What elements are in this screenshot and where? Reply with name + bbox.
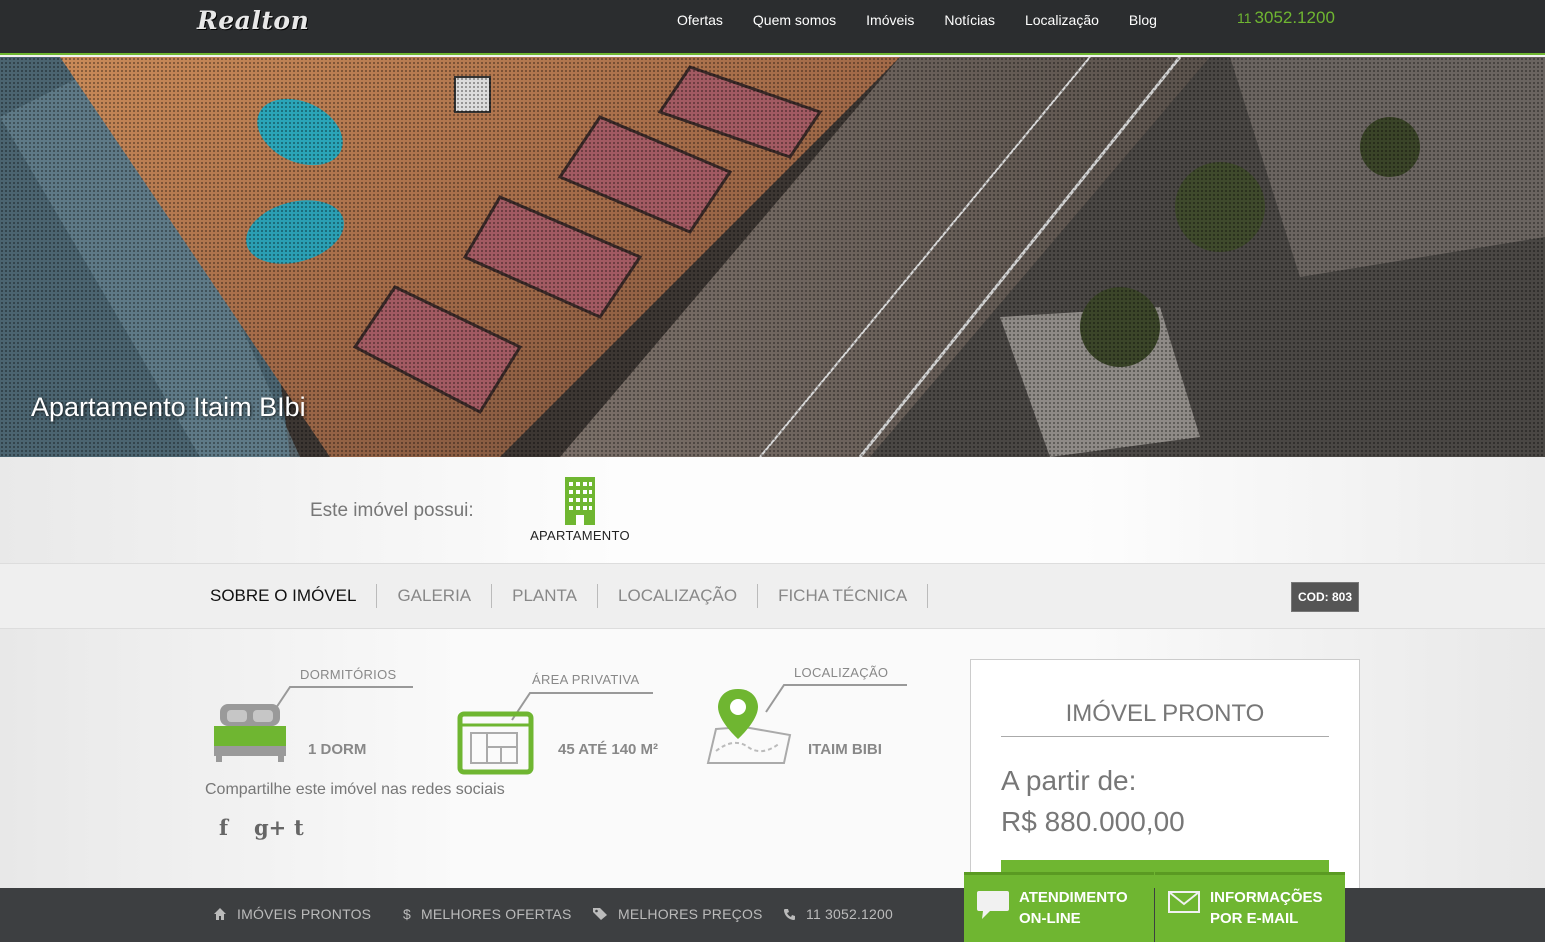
nav-link-localizacao[interactable]: Localização	[1010, 12, 1114, 28]
informacoes-email-label: INFORMAÇÕES POR E-MAIL	[1210, 887, 1323, 929]
area-heading: ÁREA PRIVATIVA	[532, 672, 640, 687]
atendimento-line2: ON-LINE	[1019, 910, 1081, 927]
atendimento-online-button[interactable]: ATENDIMENTO ON-LINE	[964, 872, 1154, 942]
tab-sobre-o-imovel[interactable]: SOBRE O IMÓVEL	[190, 584, 378, 608]
bottom-link-label: IMÓVEIS PRONTOS	[237, 906, 372, 922]
nav-link-ofertas[interactable]: Ofertas	[662, 12, 738, 28]
top-navigation-bar: Realton Ofertas Quem somos Imóveis Notíc…	[0, 0, 1545, 55]
informacoes-email-button[interactable]: INFORMAÇÕES POR E-MAIL	[1155, 872, 1345, 942]
atendimento-online-label: ATENDIMENTO ON-LINE	[1019, 887, 1128, 929]
nav-link-quem-somos[interactable]: Quem somos	[738, 12, 851, 28]
tab-ficha-tecnica[interactable]: FICHA TÉCNICA	[758, 584, 929, 608]
envelope-icon	[1168, 891, 1200, 913]
tag-icon	[593, 908, 607, 920]
features-strip: Este imóvel possui: APARTAMENTO	[0, 457, 1545, 564]
dollar-icon: $	[403, 906, 411, 922]
header-phone-number: 3052.1200	[1254, 8, 1335, 27]
bottom-link-label: MELHORES PREÇOS	[618, 906, 763, 922]
main-nav: Ofertas Quem somos Imóveis Notícias Loca…	[662, 12, 1172, 28]
bottom-link-imoveis-prontos[interactable]: IMÓVEIS PRONTOS	[213, 906, 371, 922]
feature-apartamento-label: APARTAMENTO	[530, 528, 630, 543]
building-icon	[565, 477, 595, 525]
property-details: DORMITÓRIOS 1 DORM ÁREA PRIVATIVA 45 ATÉ…	[0, 629, 1545, 900]
price-from-label: A partir de:	[1001, 765, 1137, 796]
informacoes-line2: POR E-MAIL	[1210, 910, 1299, 927]
nav-link-noticias[interactable]: Notícias	[929, 12, 1010, 28]
dorm-heading: DORMITÓRIOS	[300, 667, 397, 682]
property-tabs: SOBRE O IMÓVEL GALERIA PLANTA LOCALIZAÇÃ…	[0, 564, 1545, 629]
bottom-link-melhores-precos[interactable]: MELHORES PREÇOS	[592, 906, 763, 922]
atendimento-line1: ATENDIMENTO	[1019, 889, 1128, 906]
realton-logo[interactable]: Realton	[197, 6, 309, 35]
map-pin-icon	[706, 689, 792, 764]
nav-link-imoveis[interactable]: Imóveis	[851, 12, 929, 28]
twitter-icon[interactable]: t	[294, 815, 304, 840]
property-code-badge: COD: 803	[1291, 582, 1360, 612]
area-value: 45 ATÉ 140 M²	[558, 741, 659, 758]
price-box: IMÓVEL PRONTO A partir de: R$ 880.000,00	[970, 659, 1360, 900]
share-label: Compartilhe este imóvel nas redes sociai…	[205, 781, 505, 798]
floorplan-icon	[457, 711, 534, 775]
nav-link-blog[interactable]: Blog	[1114, 12, 1172, 28]
dorm-callout-line	[271, 686, 413, 715]
phone-icon	[784, 908, 795, 920]
bottom-link-melhores-ofertas[interactable]: $ MELHORES OFERTAS	[403, 906, 572, 922]
features-label: Este imóvel possui:	[310, 500, 474, 521]
header-phone: 11 3052.1200	[1237, 8, 1335, 28]
feature-apartamento: APARTAMENTO	[520, 477, 640, 543]
loc-heading: LOCALIZAÇÃO	[794, 665, 889, 680]
tab-planta[interactable]: PLANTA	[492, 584, 599, 608]
property-title: Apartamento Itaim BIbi	[31, 392, 306, 422]
tab-localizacao[interactable]: LOCALIZAÇÃO	[598, 584, 759, 608]
informacoes-line1: INFORMAÇÕES	[1210, 889, 1323, 906]
bottom-phone-label: 11 3052.1200	[806, 906, 894, 922]
loc-value: ITAIM BIBI	[808, 741, 882, 758]
bottom-phone[interactable]: 11 3052.1200	[783, 906, 893, 922]
google-plus-icon[interactable]: g+	[254, 815, 286, 840]
home-icon	[214, 908, 226, 920]
property-status: IMÓVEL PRONTO	[1001, 700, 1329, 737]
bed-icon	[214, 704, 286, 762]
header-phone-ddd: 11	[1237, 10, 1252, 26]
tab-galeria[interactable]: GALERIA	[377, 584, 493, 608]
price-value: R$ 880.000,00	[1001, 806, 1185, 837]
dorm-value: 1 DORM	[308, 741, 367, 758]
chat-bubble-icon	[977, 891, 1009, 919]
bottom-link-label: MELHORES OFERTAS	[421, 906, 572, 922]
hero-banner: Apartamento Itaim BIbi	[0, 57, 1545, 457]
facebook-icon[interactable]: f	[219, 815, 228, 840]
